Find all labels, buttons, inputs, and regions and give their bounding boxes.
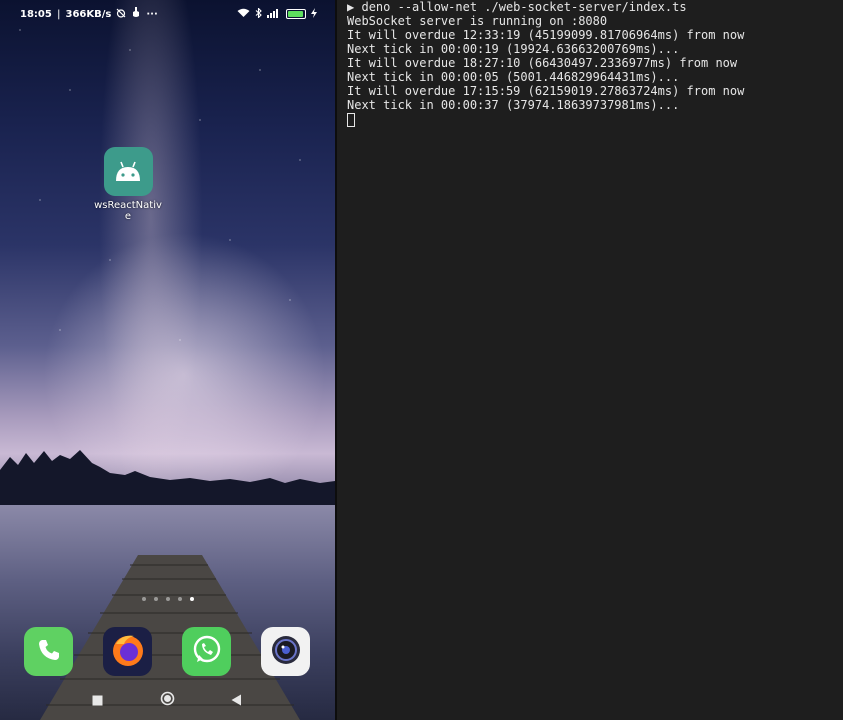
dock-app-whatsapp[interactable] <box>182 627 231 676</box>
separator-icon: | <box>56 8 61 20</box>
android-icon <box>103 147 153 196</box>
output-line: It will overdue 17:15:59 (62159019.27863… <box>347 84 745 98</box>
command-line: ▶ deno --allow-net ./web-socket-server/i… <box>347 0 843 14</box>
prompt-arrow-icon: ▶ <box>347 0 355 14</box>
dock-app-phone[interactable] <box>24 627 73 676</box>
more-notifications-icon: ··· <box>146 8 158 20</box>
command-text: deno --allow-net ./web-socket-server/ind… <box>361 0 687 14</box>
navigation-bar <box>0 688 335 712</box>
dock-app-camera[interactable] <box>261 627 310 676</box>
output-line: Next tick in 00:00:37 (37974.18639737981… <box>347 98 680 112</box>
page-dot[interactable] <box>141 597 146 601</box>
recents-button[interactable] <box>85 688 109 712</box>
bluetooth-icon <box>255 6 262 21</box>
alarm-off-icon <box>116 8 126 21</box>
whatsapp-icon <box>191 634 223 670</box>
circle-icon <box>160 691 175 710</box>
app-wsreactnative[interactable]: wsReactNative <box>92 147 164 222</box>
home-button[interactable] <box>155 688 179 712</box>
page-dot[interactable] <box>165 597 170 601</box>
status-left: 18:05 | 366KB/s ··· <box>20 7 158 21</box>
output-line: It will overdue 18:27:10 (66430497.23369… <box>347 56 738 70</box>
status-bar: 18:05 | 366KB/s ··· <box>0 0 335 28</box>
battery-icon <box>286 9 306 19</box>
triangle-back-icon <box>231 691 242 710</box>
cursor-line <box>347 112 843 127</box>
network-speed: 366KB/s <box>65 8 112 20</box>
page-dot-active[interactable] <box>189 597 194 601</box>
square-icon <box>92 691 103 710</box>
output-line: Next tick in 00:00:19 (19924.63663200769… <box>347 42 680 56</box>
dock <box>0 627 335 677</box>
wifi-icon <box>237 8 250 21</box>
camera-icon <box>269 633 303 671</box>
dock-app-firefox[interactable] <box>103 627 152 676</box>
page-indicator <box>0 597 335 601</box>
phone-icon <box>36 637 62 667</box>
signal-icon <box>267 8 281 21</box>
terminal-window[interactable]: ▶ deno --allow-net ./web-socket-server/i… <box>337 0 843 720</box>
charging-icon <box>311 7 317 21</box>
output-line: WebSocket server is running on :8080 <box>347 14 608 28</box>
page-dot[interactable] <box>177 597 182 601</box>
output-line: Next tick in 00:00:05 (5001.446829964431… <box>347 70 680 84</box>
back-button[interactable] <box>224 688 248 712</box>
status-right <box>237 6 317 21</box>
page-dot[interactable] <box>153 597 158 601</box>
firefox-icon <box>108 630 148 674</box>
output-line: It will overdue 12:33:19 (45199099.81706… <box>347 28 745 42</box>
app-label: wsReactNative <box>94 200 162 222</box>
phone-screen: 18:05 | 366KB/s ··· wsReactNative <box>0 0 337 720</box>
touch-icon <box>131 7 141 21</box>
clock: 18:05 <box>20 8 52 20</box>
text-cursor <box>347 113 355 127</box>
